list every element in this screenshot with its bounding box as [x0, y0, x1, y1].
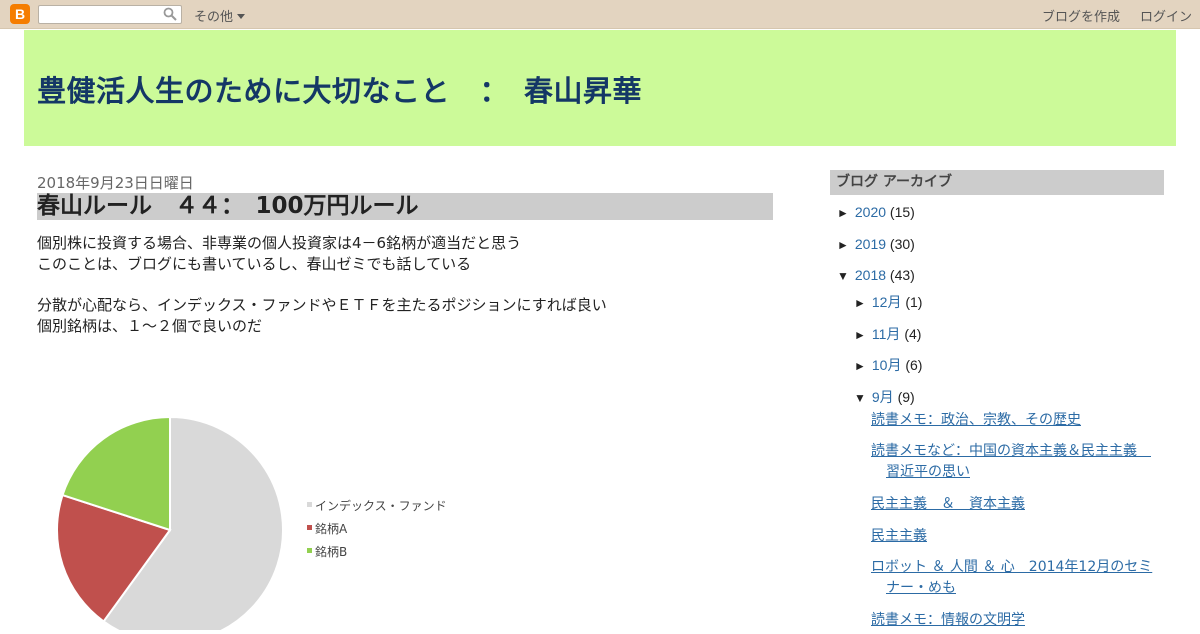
- archive-post-title-cont: ナー・めも: [886, 580, 956, 596]
- archive-post-title: 読書メモなど：中国の資本主義＆民主主義: [871, 443, 1151, 459]
- archive-count: (6): [901, 357, 923, 373]
- blogger-navbar: B その他 ブログを作成 ログイン: [0, 0, 1200, 29]
- post-text-line: 分散が心配なら、インデックス・ファンドやＥＴＦを主たるポジションにすれば良い: [37, 296, 607, 314]
- chevron-down-icon: [237, 14, 246, 20]
- sidebar-blog-archive: ブログ アーカイブ: [830, 170, 1164, 195]
- archive-link[interactable]: 12月: [868, 294, 902, 310]
- search-input[interactable]: [38, 5, 182, 24]
- archive-year-2019[interactable]: ► 2019 (30): [837, 236, 915, 252]
- pie-chart-svg: インデックス・ファンド銘柄A 銘柄B: [56, 415, 447, 634]
- archive-post-link[interactable]: 読書メモ：政治、宗教、その歴史: [871, 410, 1161, 431]
- archive-link[interactable]: 2020: [851, 204, 886, 220]
- expand-toggle-icon[interactable]: ►: [854, 296, 868, 310]
- archive-post-link[interactable]: 民主主義: [871, 526, 1161, 547]
- more-menu-button[interactable]: その他: [194, 6, 246, 25]
- archive-month-item[interactable]: ▼ 9月 (9): [854, 387, 915, 407]
- archive-link[interactable]: 2019: [851, 236, 886, 252]
- archive-post-title-cont: 習近平の思い: [886, 464, 970, 480]
- archive-count: (9): [893, 389, 915, 405]
- archive-link[interactable]: 9月: [868, 389, 894, 405]
- archive-count: (1): [901, 294, 923, 310]
- post-text-line: 個別株に投資する場合、非専業の個人投資家は4－6銘柄が適当だと思う: [37, 234, 522, 252]
- expand-toggle-icon[interactable]: ►: [837, 206, 851, 220]
- expand-toggle-icon[interactable]: ►: [854, 359, 868, 373]
- post-title[interactable]: 春山ルール ４４： 100万円ルール: [37, 193, 773, 220]
- archive-link[interactable]: 2018: [851, 267, 886, 283]
- archive-count: (30): [886, 236, 915, 252]
- archive-post-title: 民主主義 ＆ 資本主義: [871, 496, 1025, 512]
- archive-count: (15): [886, 204, 915, 220]
- archive-link[interactable]: 10月: [868, 357, 902, 373]
- login-link[interactable]: ログイン: [1140, 9, 1192, 24]
- archive-post-title: 民主主義: [871, 528, 927, 544]
- archive-month-item[interactable]: ► 10月 (6): [854, 355, 922, 375]
- collapse-toggle-icon[interactable]: ▼: [837, 269, 851, 283]
- post-date: 2018年9月23日日曜日: [37, 174, 194, 192]
- legend-label: 銘柄A: [315, 521, 348, 536]
- legend-label: インデックス・ファンド: [315, 498, 447, 513]
- create-blog-link[interactable]: ブログを作成: [1042, 9, 1120, 24]
- archive-post-link[interactable]: 読書メモなど：中国の資本主義＆民主主義 習近平の思い: [871, 441, 1161, 483]
- expand-toggle-icon[interactable]: ►: [837, 238, 851, 252]
- post-text-line: 個別銘柄は、１～２個で良いのだ: [37, 317, 263, 335]
- archive-heading: ブログ アーカイブ: [830, 170, 1164, 195]
- blog-title[interactable]: 豊健活人生のために大切なこと ： 春山昇華: [37, 68, 642, 110]
- archive-month-item[interactable]: ► 12月 (1): [854, 292, 922, 312]
- archive-post-title: 読書メモ：情報の文明学: [871, 612, 1025, 628]
- legend-swatch: [307, 548, 312, 553]
- legend-swatch: [307, 525, 312, 530]
- archive-post-link[interactable]: ロボット ＆ 人間 ＆ 心 2014年12月のセミナー・めも: [871, 557, 1161, 599]
- archive-post-title: ロボット ＆ 人間 ＆ 心 2014年12月のセミ: [871, 559, 1153, 575]
- archive-link[interactable]: 11月: [868, 326, 901, 342]
- blogger-logo-icon[interactable]: B: [10, 4, 30, 24]
- legend-swatch: [307, 502, 312, 507]
- archive-post-link[interactable]: 民主主義 ＆ 資本主義: [871, 494, 1161, 515]
- expand-toggle-icon[interactable]: ►: [854, 328, 868, 342]
- post-text-line: このことは、ブログにも書いているし、春山ゼミでも話している: [37, 255, 472, 273]
- navbar-actions: ブログを作成 ログイン: [1022, 6, 1192, 25]
- archive-year-2018[interactable]: ▼ 2018 (43): [837, 267, 915, 283]
- search-icon[interactable]: [163, 7, 177, 21]
- archive-month-item[interactable]: ► 11月 (4): [854, 324, 921, 344]
- archive-count: (43): [886, 267, 915, 283]
- blog-header: 豊健活人生のために大切なこと ： 春山昇華: [24, 30, 1176, 146]
- archive-year-2020[interactable]: ► 2020 (15): [837, 204, 915, 220]
- archive-post-link[interactable]: 読書メモ：情報の文明学: [871, 610, 1161, 631]
- collapse-toggle-icon[interactable]: ▼: [854, 391, 868, 405]
- archive-count: (4): [900, 326, 922, 342]
- legend-label: 銘柄B: [315, 544, 347, 559]
- archive-post-title: 読書メモ：政治、宗教、その歴史: [871, 412, 1081, 428]
- post-body: 個別株に投資する場合、非専業の個人投資家は4－6銘柄が適当だと思う このことは、…: [37, 233, 777, 337]
- pie-chart: インデックス・ファンド 銘柄A 銘柄B: [40, 400, 460, 634]
- more-menu-label: その他: [194, 9, 234, 24]
